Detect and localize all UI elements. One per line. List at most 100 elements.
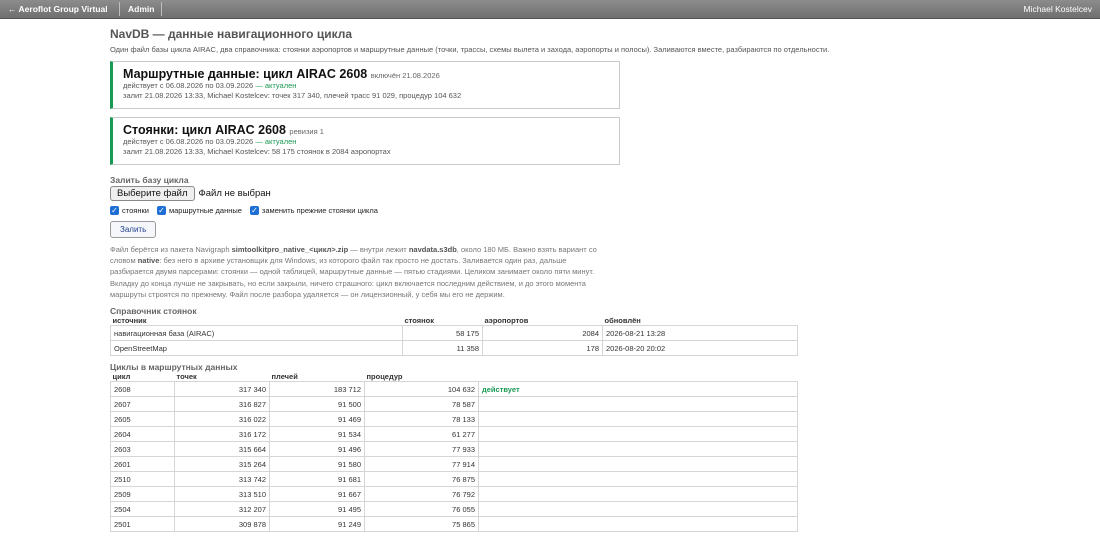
procedures-cell: 76 055 bbox=[364, 501, 479, 518]
points-cell: 315 664 bbox=[174, 441, 270, 458]
stands-option[interactable]: ✓ стоянки bbox=[110, 206, 149, 215]
card-title: Стоянки: цикл AIRAC 2608 ревизия 1 bbox=[123, 123, 609, 137]
card-title-text: Маршрутные данные: цикл AIRAC 2608 bbox=[123, 67, 368, 81]
cycle-cell: 2504 bbox=[110, 501, 175, 518]
updated-cell: 2026-08-20 20:02 bbox=[602, 340, 798, 357]
points-cell: 309 878 bbox=[174, 516, 270, 533]
procedures-cell: 77 933 bbox=[364, 441, 479, 458]
checkbox-label: стоянки bbox=[122, 206, 149, 215]
points-cell: 315 264 bbox=[174, 456, 270, 473]
cycle-cell: 2501 bbox=[110, 516, 175, 533]
card-meta: залит 21.08.2026 13:33, Michael Kostelce… bbox=[123, 147, 391, 156]
table-row: 2605 316 022 91 469 78 133 bbox=[110, 411, 798, 428]
help-filename: simtoolkitpro_native_<цикл>.zip bbox=[231, 245, 349, 254]
card-title-text: Стоянки: цикл AIRAC 2608 bbox=[123, 123, 286, 137]
top-navigation-bar: ← Aeroflot Group Virtual Admin Michael K… bbox=[0, 0, 1100, 19]
home-link[interactable]: ← Aeroflot Group Virtual bbox=[2, 0, 114, 18]
cycle-cell: 2605 bbox=[110, 411, 175, 428]
page-subtitle: Один файл базы цикла AIRAC, два справочн… bbox=[110, 45, 830, 54]
validity-text: действует с 06.08.2026 по 03.09.2026 bbox=[123, 81, 254, 90]
checkbox-route-data[interactable]: ✓ bbox=[156, 206, 166, 215]
checkbox-label: заменить прежние стоянки цикла bbox=[261, 206, 378, 215]
table-row: навигационная база (AIRAC) 58 175 2084 2… bbox=[110, 325, 798, 342]
column-header: процедур bbox=[366, 372, 403, 382]
legs-cell: 91 495 bbox=[269, 501, 365, 518]
column-header: цикл bbox=[112, 372, 131, 382]
source-cell: навигационная база (AIRAC) bbox=[110, 325, 403, 342]
table-row: OpenStreetMap 11 358 178 2026-08-20 20:0… bbox=[110, 340, 798, 357]
column-header: точек bbox=[176, 372, 197, 382]
upload-section: Залить базу цикла Выберите файл Файл не … bbox=[110, 175, 990, 300]
admin-link[interactable]: Admin bbox=[122, 0, 160, 18]
status-cell bbox=[478, 501, 798, 518]
procedures-cell: 77 914 bbox=[364, 456, 479, 473]
user-name[interactable]: Michael Kostelcev bbox=[1023, 0, 1092, 18]
table-row: 2509 313 510 91 667 76 792 bbox=[110, 486, 798, 503]
legs-cell: 91 249 bbox=[269, 516, 365, 533]
help-keyword: native bbox=[137, 256, 160, 266]
card-title-suffix: включён 21.08.2026 bbox=[370, 71, 440, 80]
checkbox-label: маршрутные данные bbox=[168, 206, 242, 215]
table-row: 2608 317 340 183 712 104 632 действует bbox=[110, 381, 798, 398]
divider bbox=[161, 2, 162, 16]
table-row: 2601 315 264 91 580 77 914 bbox=[110, 456, 798, 473]
card-validity: действует с 06.08.2026 по 03.09.2026 — а… bbox=[123, 81, 609, 91]
column-header: источник bbox=[112, 316, 147, 326]
legs-cell: 91 681 bbox=[269, 471, 365, 488]
file-picker: Выберите файл Файл не выбран bbox=[110, 186, 990, 201]
table-header-row: цикл точек плечей процедур bbox=[111, 372, 798, 382]
points-cell: 317 340 bbox=[174, 381, 270, 398]
route-data-card: Маршрутные данные: цикл AIRAC 2608 включ… bbox=[110, 61, 620, 109]
upload-heading: Залить базу цикла bbox=[110, 175, 189, 185]
help-text: Файл берётся из пакета Navigraph bbox=[110, 245, 232, 254]
column-header: плечей bbox=[271, 372, 298, 382]
legs-cell: 91 580 bbox=[269, 456, 365, 473]
choose-file-button[interactable]: Выберите файл bbox=[110, 186, 195, 201]
table-row: 2510 313 742 91 681 76 875 bbox=[110, 471, 798, 488]
status-cell bbox=[478, 486, 798, 503]
table-row: 2603 315 664 91 496 77 933 bbox=[110, 441, 798, 458]
points-cell: 313 510 bbox=[174, 486, 270, 503]
checkbox-stands[interactable]: ✓ bbox=[110, 206, 119, 215]
column-header bbox=[479, 372, 798, 382]
points-cell: 312 207 bbox=[174, 501, 270, 518]
procedures-cell: 75 865 bbox=[364, 516, 479, 533]
validity-text: действует с 06.08.2026 по 03.09.2026 bbox=[123, 137, 254, 146]
stands-heading: Справочник стоянок bbox=[110, 306, 197, 317]
route-data-option[interactable]: ✓ маршрутные данные bbox=[156, 206, 242, 215]
legs-cell: 91 500 bbox=[269, 396, 365, 413]
table-row: 2501 309 878 91 249 75 865 bbox=[110, 516, 798, 533]
status-cell bbox=[478, 426, 798, 443]
cycles-table-body: 2608 317 340 183 712 104 632 действует 2607 31… bbox=[110, 381, 798, 533]
procedures-cell: 76 792 bbox=[364, 486, 479, 503]
divider bbox=[119, 2, 120, 16]
updated-cell: 2026-08-21 13:28 bbox=[602, 325, 798, 342]
help-text: — внутри лежит bbox=[348, 245, 409, 254]
legs-cell: 91 496 bbox=[269, 441, 365, 458]
card-title: Маршрутные данные: цикл AIRAC 2608 включ… bbox=[123, 67, 609, 81]
page-title: NavDB — данные навигационного цикла bbox=[110, 27, 353, 41]
cycle-cell: 2608 bbox=[110, 381, 175, 398]
procedures-cell: 104 632 bbox=[364, 381, 479, 398]
cycles-heading: Циклы в маршрутных данных bbox=[110, 362, 238, 373]
upload-button[interactable]: Залить bbox=[110, 221, 157, 238]
airports-count-cell: 2084 bbox=[482, 325, 603, 342]
procedures-cell: 78 133 bbox=[364, 411, 479, 428]
status-cell bbox=[478, 456, 798, 473]
status-text: — актуален bbox=[255, 81, 297, 90]
procedures-cell: 78 587 bbox=[364, 396, 479, 413]
legs-cell: 91 534 bbox=[269, 426, 365, 443]
stands-card: Стоянки: цикл AIRAC 2608 ревизия 1 дейст… bbox=[110, 117, 620, 165]
stands-table: источник стоянок аэропортов обновлён нав… bbox=[110, 316, 798, 357]
cycle-cell: 2510 bbox=[110, 471, 175, 488]
airports-count-cell: 178 bbox=[482, 340, 603, 357]
replace-stands-option[interactable]: ✓ заменить прежние стоянки цикла bbox=[249, 206, 378, 215]
legs-cell: 91 469 bbox=[269, 411, 365, 428]
upload-options: ✓ стоянки ✓ маршрутные данные ✓ заменить… bbox=[110, 206, 990, 215]
status-cell bbox=[478, 516, 798, 533]
table-header-row: источник стоянок аэропортов обновлён bbox=[111, 316, 798, 326]
procedures-cell: 61 277 bbox=[364, 426, 479, 443]
checkbox-replace-stands[interactable]: ✓ bbox=[249, 206, 259, 215]
table-row: 2604 316 172 91 534 61 277 bbox=[110, 426, 798, 443]
column-header: обновлён bbox=[604, 316, 641, 326]
